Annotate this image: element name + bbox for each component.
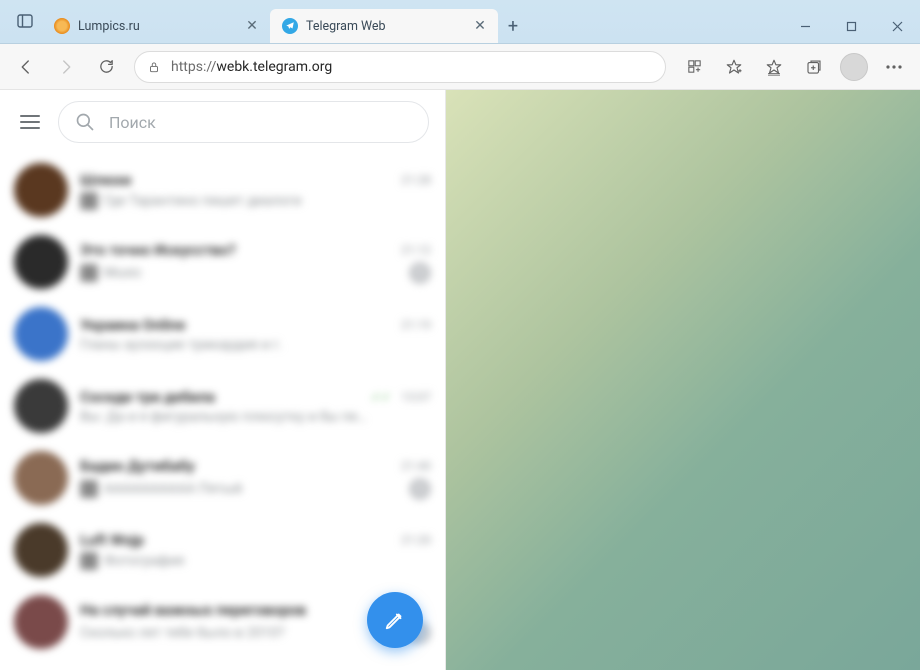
chat-avatar (14, 595, 68, 649)
favicon-lumpics (54, 18, 70, 34)
browser-titlebar: Lumpics.ru ✕ Telegram Web ✕ + (0, 0, 920, 44)
chat-body: Это точно Искусство? 21:12 Music 1 (80, 241, 431, 284)
favorites-button[interactable] (756, 49, 792, 85)
chat-avatar (14, 163, 68, 217)
chat-time: 21:20 (401, 533, 431, 547)
chat-time: 21:28 (401, 173, 431, 187)
tab-title: Telegram Web (306, 19, 472, 34)
new-tab-button[interactable]: + (498, 9, 528, 43)
hamburger-menu-button[interactable] (10, 102, 50, 142)
browser-tabs: Lumpics.ru ✕ Telegram Web ✕ + (42, 0, 528, 43)
tab-actions-button[interactable] (8, 0, 42, 43)
chat-body: Украина Online 21:19 Гланы ауэзоцие трикар… (80, 316, 431, 353)
chat-time: 21:12 (401, 243, 431, 257)
unread-badge: 1 (409, 478, 431, 500)
extensions-button[interactable] (676, 49, 712, 85)
window-maximize-button[interactable] (828, 9, 874, 43)
search-box[interactable] (58, 101, 429, 143)
chat-avatar (14, 451, 68, 505)
nav-refresh-button[interactable] (88, 49, 124, 85)
chat-preview: Фотография (104, 553, 431, 569)
message-thumb-icon (80, 480, 98, 498)
favorites-star-button[interactable] (716, 49, 752, 85)
chat-name: Шлюхи (80, 171, 395, 189)
chat-body: Luft Wojp 21:20 Фотография (80, 531, 431, 570)
browser-toolbar: https://webk.telegram.org (0, 44, 920, 90)
browser-tab-telegram[interactable]: Telegram Web ✕ (270, 9, 498, 43)
browser-tab-lumpics[interactable]: Lumpics.ru ✕ (42, 9, 270, 43)
chat-avatar (14, 523, 68, 577)
profile-avatar-icon (840, 53, 868, 81)
chat-item[interactable]: Это точно Искусство? 21:12 Music 1 (0, 226, 445, 298)
telegram-app: Шлюхи 21:28 Где Тарантино пишет диалоги Это… (0, 90, 920, 670)
chat-preview: Сколько лет тебе было в 2010? (80, 625, 400, 641)
chat-name: Luft Wojp (80, 531, 395, 549)
pencil-icon (384, 609, 406, 631)
chat-body: Шлюхи 21:28 Где Тарантино пишет диалоги (80, 171, 431, 210)
chat-name: Бадин Дутибабу (80, 457, 395, 475)
collections-button[interactable] (796, 49, 832, 85)
search-input[interactable] (109, 113, 412, 132)
favicon-telegram (282, 18, 298, 34)
chat-time: 21:19 (401, 318, 431, 332)
chat-body: Бадин Дутибабу 21:40 АААААААААА Пятый 1 (80, 457, 431, 500)
menu-button[interactable] (876, 49, 912, 85)
chat-preview: Где Тарантино пишет диалоги (104, 193, 431, 209)
message-thumb-icon (80, 552, 98, 570)
address-bar[interactable]: https://webk.telegram.org (134, 51, 666, 83)
tab-title: Lumpics.ru (78, 19, 244, 34)
sidebar-header (0, 90, 445, 154)
search-icon (75, 112, 95, 132)
chat-sidebar: Шлюхи 21:28 Где Тарантино пишет диалоги Это… (0, 90, 446, 670)
unread-badge: 1 (409, 262, 431, 284)
message-thumb-icon (80, 192, 98, 210)
chat-preview: АААААААААА Пятый (104, 481, 403, 497)
chat-item[interactable]: Шлюхи 21:28 Где Тарантино пишет диалоги (0, 154, 445, 226)
chat-preview: Гланы ауэзоцие трикардия и г. (80, 337, 431, 353)
chat-item[interactable]: Luft Wojp 21:20 Фотография (0, 514, 445, 586)
nav-back-button[interactable] (8, 49, 44, 85)
chat-avatar (14, 379, 68, 433)
tab-close-icon[interactable]: ✕ (244, 18, 260, 34)
chat-preview: Вы: Да и я фигуральную плюсутку и бы пе… (80, 409, 431, 425)
chat-name: Соседи три дебила (80, 388, 371, 406)
chat-avatar (14, 235, 68, 289)
chat-list[interactable]: Шлюхи 21:28 Где Тарантино пишет диалоги Это… (0, 154, 445, 670)
lock-icon (147, 60, 161, 74)
chat-name: Это точно Искусство? (80, 241, 395, 259)
chat-main-area (446, 90, 920, 670)
nav-forward-button[interactable] (48, 49, 84, 85)
chat-time: 21:40 (401, 459, 431, 473)
chat-item[interactable]: Украина Online 21:19 Гланы ауэзоцие трикар… (0, 298, 445, 370)
chat-body: Соседи три дебила✓✓ 13:07 Вы: Да и я фигур… (80, 388, 431, 425)
chat-item[interactable]: Соседи три дебила✓✓ 13:07 Вы: Да и я фигур… (0, 370, 445, 442)
chat-item[interactable]: Бадин Дутибабу 21:40 АААААААААА Пятый 1 (0, 442, 445, 514)
chat-avatar (14, 307, 68, 361)
chat-preview: Music (104, 265, 403, 281)
tab-close-icon[interactable]: ✕ (472, 18, 488, 34)
address-url: https://webk.telegram.org (171, 59, 332, 75)
profile-button[interactable] (836, 49, 872, 85)
message-thumb-icon (80, 264, 98, 282)
sent-check-icon: ✓✓ (371, 390, 391, 404)
chat-name: Украина Online (80, 316, 395, 334)
new-message-fab[interactable] (367, 592, 423, 648)
window-minimize-button[interactable] (782, 9, 828, 43)
chat-time: 13:07 (401, 390, 431, 404)
window-close-button[interactable] (874, 9, 920, 43)
